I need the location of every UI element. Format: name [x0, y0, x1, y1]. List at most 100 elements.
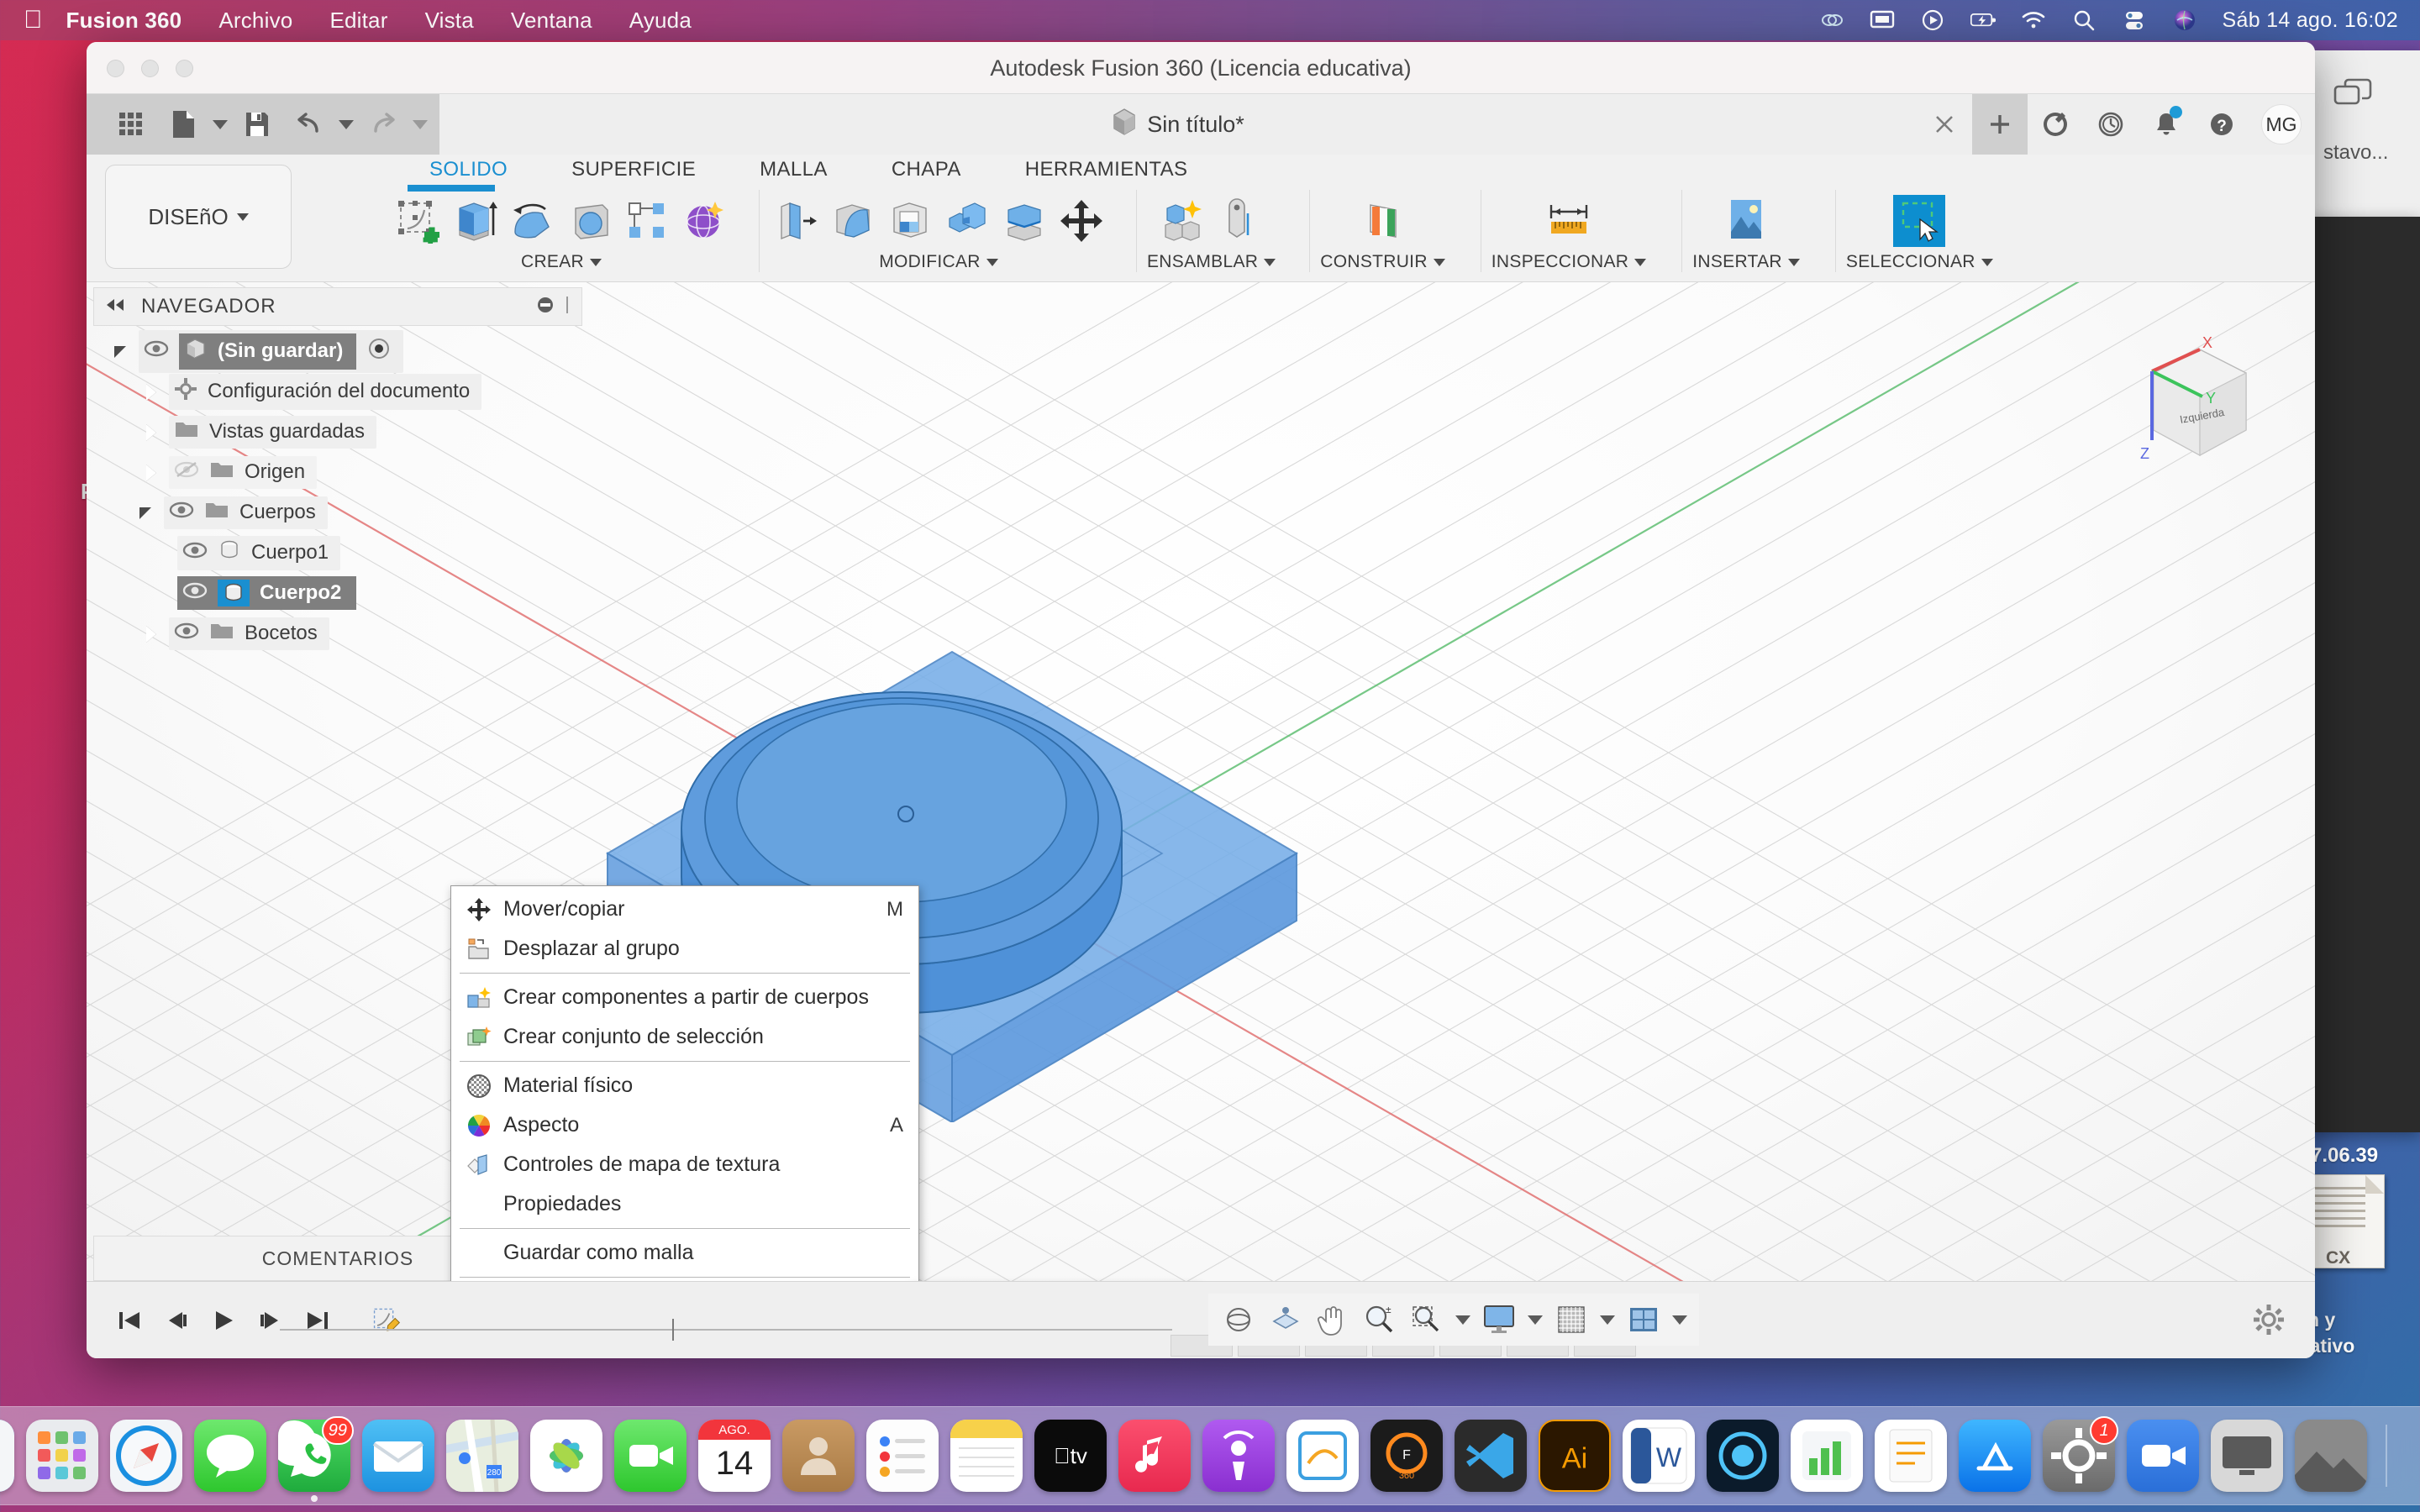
tab-chapa[interactable]: CHAPA [860, 158, 993, 181]
timeline-marker[interactable] [672, 1319, 675, 1341]
sweep-icon[interactable] [564, 195, 616, 247]
spotlight-search-icon[interactable] [2071, 8, 2096, 33]
new-document-caret-icon[interactable] [209, 119, 231, 129]
dock-item-fusion360[interactable]: F 360 [1370, 1420, 1443, 1492]
menu-item-controles-mapa-textura[interactable]: Controles de mapa de textura [451, 1145, 918, 1184]
eye-icon[interactable] [144, 339, 169, 364]
collapse-triangle-icon[interactable] [144, 384, 159, 401]
tree-item-root[interactable]: (Sin guardar) [93, 329, 582, 373]
control-center-rings-icon[interactable] [1819, 8, 1844, 33]
collapse-triangle-icon[interactable] [144, 465, 159, 481]
revolve-icon[interactable] [507, 195, 559, 247]
menu-item-aspecto[interactable]: Aspecto A [451, 1105, 918, 1145]
pattern-icon[interactable] [621, 195, 673, 247]
dock-item-lightroom[interactable] [1707, 1420, 1779, 1492]
step-back-icon[interactable] [162, 1306, 191, 1335]
bell-icon[interactable] [2139, 94, 2194, 155]
eye-icon[interactable] [169, 501, 194, 525]
expand-triangle-icon[interactable] [137, 504, 154, 521]
dock-item-podcasts[interactable] [1202, 1420, 1275, 1492]
undo-icon[interactable] [283, 94, 335, 155]
zoom-window-icon[interactable] [1405, 1299, 1449, 1341]
apple-logo-icon[interactable]:  [24, 8, 43, 33]
extrude-icon[interactable] [450, 195, 502, 247]
play-icon[interactable] [209, 1306, 238, 1335]
tree-item-bodies[interactable]: Cuerpos [93, 492, 582, 533]
document-tab[interactable]: Sin título* [1112, 108, 1244, 142]
go-to-start-icon[interactable] [115, 1306, 144, 1335]
dock-item-appletv[interactable]: tv [1034, 1420, 1107, 1492]
dock-item-reminders[interactable] [866, 1420, 939, 1492]
menubar-item-vista[interactable]: Vista [407, 8, 492, 34]
press-pull-icon[interactable] [770, 195, 822, 247]
battery-charging-icon[interactable] [1970, 8, 1996, 33]
tab-superficie[interactable]: SUPERFICIE [539, 158, 728, 181]
dock-item-contacts[interactable] [782, 1420, 855, 1492]
menu-item-guardar-como-malla[interactable]: Guardar como malla [451, 1233, 918, 1273]
look-at-icon[interactable] [1264, 1299, 1307, 1341]
dock-item-music[interactable] [1118, 1420, 1191, 1492]
zoom-window-caret-icon[interactable] [1452, 1315, 1474, 1325]
wifi-icon[interactable] [2021, 8, 2046, 33]
panel-seleccionar-label[interactable]: SELECCIONAR [1846, 252, 1993, 272]
construct-plane-icon[interactable] [1357, 195, 1409, 247]
menubar-item-ayuda[interactable]: Ayuda [611, 8, 710, 34]
dock-item-freeform[interactable] [1286, 1420, 1359, 1492]
joint-icon[interactable] [1214, 195, 1266, 247]
now-playing-icon[interactable] [1920, 8, 1945, 33]
screen-mirroring-icon[interactable] [1870, 8, 1895, 33]
move-copy-icon[interactable] [1055, 195, 1107, 247]
menu-item-material-fisico[interactable]: Material físico [451, 1066, 918, 1105]
split-face-icon[interactable] [998, 195, 1050, 247]
close-icon[interactable] [1917, 94, 1972, 155]
eye-icon[interactable] [182, 581, 208, 606]
measure-icon[interactable] [1543, 195, 1595, 247]
minimize-icon[interactable] [536, 296, 555, 318]
app-grid-icon[interactable] [105, 94, 157, 155]
tab-malla[interactable]: MALLA [728, 158, 860, 181]
display-settings-caret-icon[interactable] [1524, 1315, 1546, 1325]
dock-item-notes[interactable] [950, 1420, 1023, 1492]
control-center-icon[interactable] [2122, 8, 2147, 33]
menubar-item-archivo[interactable]: Archivo [200, 8, 311, 34]
shell-icon[interactable] [884, 195, 936, 247]
radio-active-icon[interactable] [366, 336, 392, 367]
timeline-track[interactable] [280, 1319, 1172, 1341]
create-form-icon[interactable] [678, 195, 730, 247]
view-cube[interactable]: Izquierda X Y Z [2103, 331, 2296, 499]
orbit-icon[interactable] [1217, 1299, 1260, 1341]
resize-handle[interactable] [565, 295, 571, 319]
tree-item-origin[interactable]: Origen [93, 452, 582, 492]
eye-icon[interactable] [174, 622, 199, 646]
grid-snap-icon[interactable] [1549, 1299, 1593, 1341]
eye-off-icon[interactable] [174, 460, 199, 485]
undo-caret-icon[interactable] [335, 119, 357, 129]
dock-item-pages[interactable] [1875, 1420, 1947, 1492]
dock-item-photo-file[interactable] [2295, 1420, 2367, 1492]
dock-item-finder[interactable] [0, 1420, 14, 1492]
pan-hand-icon[interactable] [1311, 1299, 1355, 1341]
collapse-triangle-icon[interactable] [144, 424, 159, 441]
new-component-icon[interactable] [1157, 195, 1209, 247]
dock-item-system-settings[interactable]: 1 [2043, 1416, 2118, 1492]
tree-item-sketches[interactable]: Bocetos [93, 613, 582, 654]
menu-item-mover-copiar[interactable]: Mover/copiar M [451, 890, 918, 929]
dock-item-launchpad[interactable] [26, 1420, 98, 1492]
dock-item-numbers[interactable] [1791, 1420, 1863, 1492]
tree-item-document-settings[interactable]: Configuración del documento [93, 371, 582, 412]
tree-item-saved-views[interactable]: Vistas guardadas [93, 412, 582, 452]
question-help-icon[interactable]: ? [2194, 94, 2249, 155]
panel-inspeccionar-label[interactable]: INSPECCIONAR [1491, 252, 1647, 272]
grid-snap-caret-icon[interactable] [1597, 1315, 1618, 1325]
menu-item-crear-componentes[interactable]: Crear componentes a partir de cuerpos [451, 978, 918, 1017]
dock-item-word[interactable]: W [1623, 1420, 1695, 1492]
collapse-left-icon[interactable] [104, 297, 126, 317]
zoom-icon[interactable]: ± [1358, 1299, 1402, 1341]
create-sketch-icon[interactable] [392, 195, 445, 247]
tree-item-cuerpo2[interactable]: Cuerpo2 [93, 573, 582, 613]
fillet-icon[interactable] [827, 195, 879, 247]
dock-item-mail[interactable] [362, 1420, 434, 1492]
collapse-triangle-icon[interactable] [144, 626, 159, 643]
extension-icon[interactable] [2028, 94, 2083, 155]
panel-crear-label[interactable]: CREAR [521, 252, 602, 272]
